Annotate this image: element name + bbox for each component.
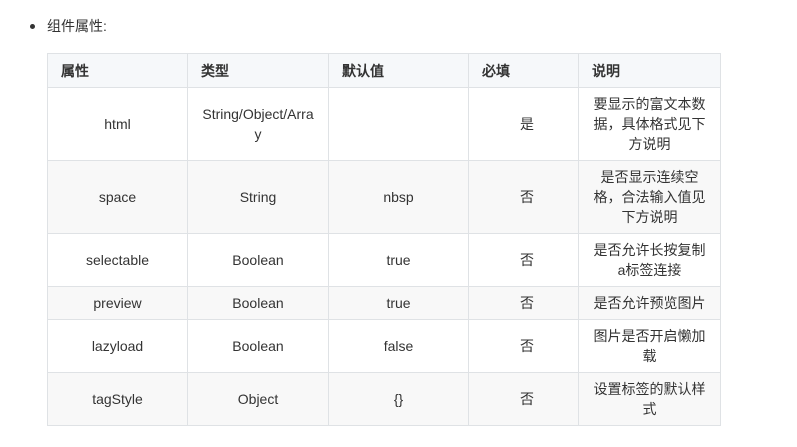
cell-property: selectable <box>47 233 188 287</box>
cell-property: space <box>47 160 188 234</box>
cell-type: String/Object/Array <box>187 87 329 161</box>
cell-property: preview <box>47 286 188 320</box>
bullet-text: 组件属性: <box>47 18 107 34</box>
cell-type: Boolean <box>187 286 329 320</box>
cell-property: html <box>47 87 188 161</box>
table-row: tagStyle Object {} 否 设置标签的默认样式 <box>47 372 721 426</box>
cell-description: 是否允许长按复制a标签连接 <box>578 233 721 287</box>
header-default: 默认值 <box>328 53 469 88</box>
cell-required: 否 <box>468 286 579 320</box>
cell-description: 设置标签的默认样式 <box>578 372 721 426</box>
table-row: lazyload Boolean false 否 图片是否开启懒加载 <box>47 319 721 373</box>
properties-table: 属性 类型 默认值 必填 说明 html String/Object/Array… <box>47 53 721 426</box>
cell-required: 否 <box>468 319 579 373</box>
table-header-row: 属性 类型 默认值 必填 说明 <box>47 53 721 88</box>
cell-default: nbsp <box>328 160 469 234</box>
cell-description: 是否允许预览图片 <box>578 286 721 320</box>
cell-default: {} <box>328 372 469 426</box>
cell-default: false <box>328 319 469 373</box>
cell-required: 是 <box>468 87 579 161</box>
cell-type: Boolean <box>187 319 329 373</box>
cell-property: lazyload <box>47 319 188 373</box>
cell-description: 要显示的富文本数据，具体格式见下方说明 <box>578 87 721 161</box>
header-property: 属性 <box>47 53 188 88</box>
table-row: preview Boolean true 否 是否允许预览图片 <box>47 286 721 320</box>
cell-description: 图片是否开启懒加载 <box>578 319 721 373</box>
cell-required: 否 <box>468 160 579 234</box>
table-row: html String/Object/Array 是 要显示的富文本数据，具体格… <box>47 87 721 161</box>
header-description: 说明 <box>578 53 721 88</box>
table-row: selectable Boolean true 否 是否允许长按复制a标签连接 <box>47 233 721 287</box>
cell-default <box>328 87 469 161</box>
cell-type: Object <box>187 372 329 426</box>
cell-default: true <box>328 286 469 320</box>
cell-default: true <box>328 233 469 287</box>
cell-property: tagStyle <box>47 372 188 426</box>
cell-required: 否 <box>468 233 579 287</box>
header-required: 必填 <box>468 53 579 88</box>
cell-required: 否 <box>468 372 579 426</box>
bullet-dot-icon <box>30 23 35 29</box>
cell-type: String <box>187 160 329 234</box>
table-row: space String nbsp 否 是否显示连续空格，合法输入值见下方说明 <box>47 160 721 234</box>
header-type: 类型 <box>187 53 329 88</box>
cell-type: Boolean <box>187 233 329 287</box>
bullet-item: 组件属性: <box>30 16 107 36</box>
cell-description: 是否显示连续空格，合法输入值见下方说明 <box>578 160 721 234</box>
